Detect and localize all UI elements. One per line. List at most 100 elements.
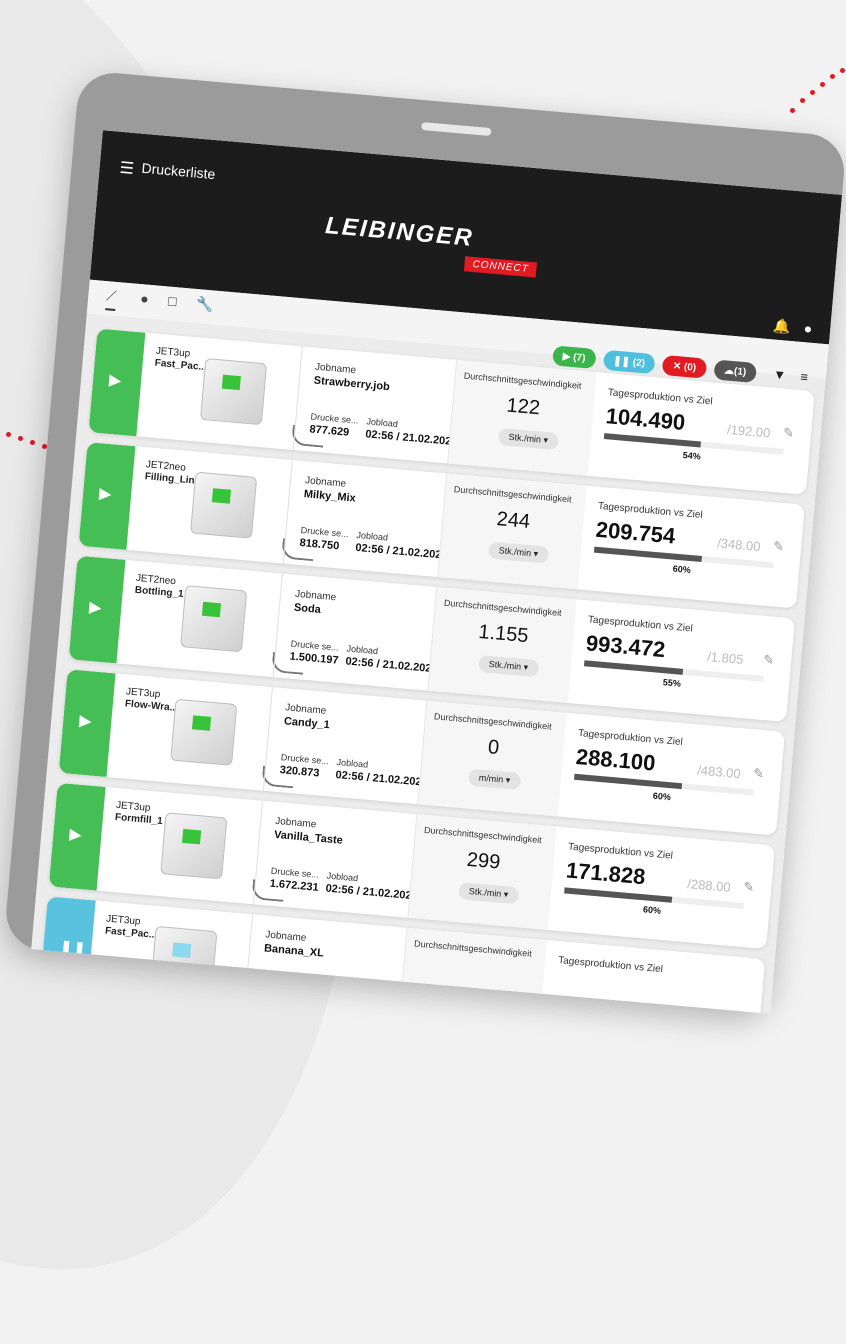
production-panel: Tagesproduktion vs Ziel	[541, 940, 759, 1013]
printer-list: ▶ JET3up Fast_Pac... Jobname Strawberry.…	[38, 328, 815, 1014]
production-value: 288.100	[574, 743, 657, 776]
jobname-label: Jobname	[294, 588, 337, 604]
unit-select[interactable]: Stk./min ▾	[497, 427, 559, 451]
printer-image	[199, 358, 325, 448]
production-value: 993.472	[584, 630, 667, 663]
jobname-value: Soda	[293, 601, 322, 617]
speed-panel: Durchschnittsgeschwindigkeit 299 Stk./mi…	[407, 814, 557, 931]
production-goal: /192.00	[726, 421, 772, 441]
status-bar[interactable]: ▶	[68, 555, 126, 664]
chip-paused[interactable]: ❚❚ (2)	[602, 349, 656, 375]
speed-panel: Durchschnittsgeschwindigkeit 122 Stk./mi…	[447, 359, 597, 476]
speed-panel: Durchschnittsgeschwindigkeit 244 Stk./mi…	[437, 473, 587, 590]
user-icon[interactable]: ●	[803, 320, 813, 337]
tab-chart[interactable]: ⟋	[105, 287, 117, 311]
pencil-icon[interactable]: ✎	[753, 765, 765, 782]
production-value: 209.754	[594, 516, 677, 549]
status-icon: ▶	[78, 712, 93, 731]
status-bar[interactable]: ▶	[48, 782, 106, 891]
chip-error[interactable]: ✕ (0)	[662, 354, 707, 379]
tablet-home-bar	[421, 121, 492, 137]
sort-icon[interactable]: ≡	[800, 369, 809, 385]
speed-label: Durchschnittsgeschwindigkeit	[453, 484, 572, 505]
jobload-label: Jobload	[346, 643, 379, 657]
speed-value: 0	[487, 736, 501, 760]
production-goal: /348.00	[716, 535, 762, 555]
progress-fill	[603, 433, 702, 448]
production-panel: Tagesproduktion vs Ziel 209.754 /348.00 …	[581, 486, 799, 608]
printer-image	[180, 585, 305, 675]
speed-panel: Durchschnittsgeschwindigkeit 0 m/min ▾	[417, 700, 567, 817]
printer-name: Bottling_1	[134, 584, 185, 601]
printer-display	[182, 828, 202, 845]
jobname-value: Banana_XL	[263, 942, 325, 960]
menu-icon[interactable]: ☰	[119, 158, 135, 179]
brand-logo: LEIBINGER	[324, 212, 475, 252]
printer-display	[191, 715, 212, 731]
printer-display	[221, 374, 241, 391]
pencil-icon[interactable]: ✎	[782, 425, 794, 442]
pencil-icon[interactable]: ✎	[762, 652, 775, 669]
jobload-value: 02:56 / 21.02.2022	[364, 428, 458, 449]
tab-ink[interactable]: ●	[140, 290, 150, 307]
production-panel: Tagesproduktion vs Ziel 993.472 /1.805 ✎…	[571, 600, 789, 722]
status-bar[interactable]: ▶	[88, 328, 146, 437]
production-goal: /288.00	[686, 876, 732, 895]
chip-running[interactable]: ▶ (7)	[551, 345, 597, 369]
speed-value: 1.155	[477, 620, 530, 648]
status-bar[interactable]: ▶	[58, 669, 116, 777]
jobload-label: Jobload	[336, 757, 369, 770]
unit-select[interactable]: Stk./min ▾	[487, 541, 549, 564]
production-panel: Tagesproduktion vs Ziel 288.100 /483.00 …	[561, 713, 779, 835]
progress-fill	[593, 546, 703, 563]
jobload-label: Jobload	[326, 870, 359, 884]
progress-fill	[564, 887, 673, 903]
speed-panel: Durchschnittsgeschwindigkeit 1.155 Stk./…	[427, 587, 577, 703]
printer-display	[172, 942, 192, 958]
chip-offline[interactable]: ☁(1)	[713, 359, 758, 384]
pencil-icon[interactable]: ✎	[772, 538, 785, 555]
tab-tools[interactable]: 🔧	[195, 295, 214, 313]
status-bar[interactable]: ▶	[78, 442, 136, 550]
pencil-icon[interactable]: ✎	[743, 879, 755, 896]
jobname-value: Strawberry.job	[313, 374, 391, 394]
jobload-value: 02:56 / 21.02.2022	[344, 655, 438, 676]
unit-select[interactable]: Stk./min ▾	[478, 655, 539, 678]
progress-percent: 60%	[672, 563, 692, 576]
jobload-value: 02:56 / 21.02.2022	[354, 541, 448, 562]
jobname-value: Candy_1	[283, 715, 331, 732]
jobname-value: Vanilla_Taste	[273, 828, 344, 847]
filter-icon[interactable]: ▼	[773, 367, 787, 383]
speed-label: Durchschnittsgeschwindigkeit	[423, 824, 543, 846]
status-icon: ▶	[88, 598, 103, 617]
tablet-device: ☰ Druckerliste LEIBINGER CONNECT 🔔 ● ⟋ ●…	[3, 70, 846, 1014]
printer-name: Fast_Pac...	[154, 357, 208, 374]
jobname-label: Jobname	[304, 475, 347, 490]
unit-select[interactable]: Stk./min ▾	[458, 882, 519, 905]
printer-display	[211, 488, 231, 504]
tab-screen[interactable]: □	[168, 293, 178, 310]
jobname-label: Jobname	[284, 702, 327, 717]
jobname-value: Milky_Mix	[303, 488, 357, 505]
unit-select[interactable]: m/min ▾	[468, 768, 521, 791]
speed-panel: Durchschnittsgeschwindigkeit	[397, 927, 547, 1014]
printer-image	[190, 471, 315, 562]
bell-icon[interactable]: 🔔	[772, 317, 791, 335]
production-panel: Tagesproduktion vs Ziel 104.490 /192.00 …	[591, 372, 809, 494]
production-goal: /1.805	[706, 648, 744, 668]
jobname-label: Jobname	[314, 361, 357, 377]
progress-percent: 54%	[682, 450, 702, 462]
jobload-label: Jobload	[356, 529, 389, 543]
progress-percent: 60%	[652, 790, 672, 803]
speed-value: 122	[505, 394, 541, 420]
speed-value: 299	[465, 848, 502, 874]
jobname-label: Jobname	[274, 815, 317, 831]
production-goal: /483.00	[696, 762, 742, 782]
brand-sub-logo: CONNECT	[463, 256, 538, 278]
progress-percent: 55%	[662, 677, 682, 689]
printer-display	[201, 601, 222, 618]
speed-label: Durchschnittsgeschwindigkeit	[433, 711, 553, 732]
speed-value	[405, 958, 544, 970]
status-icon: ▶	[108, 371, 123, 390]
status-icon: ▶	[68, 826, 83, 845]
